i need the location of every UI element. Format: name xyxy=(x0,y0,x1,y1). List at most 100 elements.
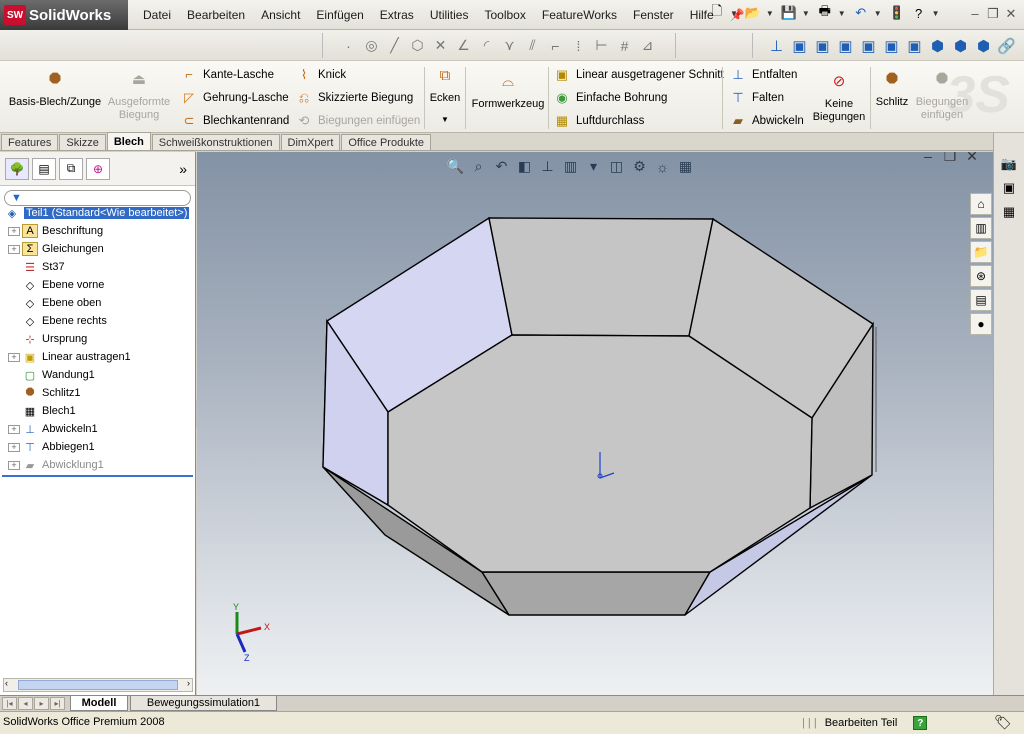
view-link-icon[interactable]: 🔗 xyxy=(995,37,1018,55)
kante-lasche-button[interactable]: ⌐ Kante-Lasche xyxy=(180,63,289,86)
tab-schweisskonstruktionen[interactable]: Schweißkonstruktionen xyxy=(151,134,280,150)
chamfer-icon[interactable]: ⋎ xyxy=(498,37,521,54)
ausgeformte-biegung-button[interactable]: ⏏ Ausgeformte Biegung xyxy=(104,72,174,122)
corner-icon[interactable]: ⌐ xyxy=(544,38,567,54)
doc-minimize-icon[interactable]: – xyxy=(917,152,939,165)
file-explorer-icon[interactable]: 📁 xyxy=(970,241,992,263)
basis-blech-button[interactable]: ⯃ Basis-Blech/Zunge xyxy=(8,72,102,109)
einfache-bohrung-button[interactable]: ◉ Einfache Bohrung xyxy=(553,86,724,109)
polygon-icon[interactable]: ⬡ xyxy=(406,37,429,54)
first-tab-icon[interactable]: |◂ xyxy=(2,697,17,710)
tree-item[interactable]: + ▰ Abwicklung1 xyxy=(0,456,195,474)
hide-show-icon[interactable]: ◫ xyxy=(605,158,628,175)
traffic-light-icon[interactable]: 🚦 xyxy=(888,4,906,22)
tab-features[interactable]: Features xyxy=(1,134,59,150)
tab-dimxpert[interactable]: DimXpert xyxy=(280,134,341,150)
biegungen-einfuegen-small-button[interactable]: ⟲ Biegungen einfügen xyxy=(295,109,421,132)
tree-item[interactable]: ◇ Ebene oben xyxy=(0,294,195,312)
view-top-icon[interactable]: ▣ xyxy=(880,37,903,55)
new-dropdown-icon[interactable]: ▼ xyxy=(730,9,738,18)
next-tab-icon[interactable]: ▸ xyxy=(34,697,49,710)
minimize-icon[interactable]: – xyxy=(966,6,984,22)
entfalten-button[interactable]: ⊥ Entfalten xyxy=(729,63,804,86)
menu-einfuegen[interactable]: Einfügen xyxy=(308,8,371,22)
tree-item[interactable]: + Σ Gleichungen xyxy=(0,240,195,258)
save-dropdown-icon[interactable]: ▼ xyxy=(802,9,810,18)
undo-dropdown-icon[interactable]: ▼ xyxy=(874,9,882,18)
help-dropdown-icon[interactable]: ▼ xyxy=(932,9,940,18)
last-tab-icon[interactable]: ▸| xyxy=(50,697,65,710)
expand-icon[interactable]: + xyxy=(8,442,20,452)
expand-icon[interactable]: + xyxy=(8,244,20,254)
grid-icon[interactable]: # xyxy=(613,38,636,54)
dimxpert-manager-tab-icon[interactable]: ⊕ xyxy=(86,157,110,180)
display-style-icon[interactable]: ▾ xyxy=(582,158,605,175)
tree-item[interactable]: + A Beschriftung xyxy=(0,222,195,240)
section-view-icon[interactable]: ◧ xyxy=(513,158,536,175)
menu-extras[interactable]: Extras xyxy=(372,8,422,22)
keine-biegungen-button[interactable]: ⊘ Keine Biegungen xyxy=(810,74,868,124)
abwickeln-button[interactable]: ▰ Abwickeln xyxy=(729,109,804,132)
formwerkzeug-button[interactable]: ⌓ Formwerkzeug xyxy=(470,74,546,111)
doc-close-icon[interactable]: ✕ xyxy=(961,152,983,165)
camera-icon[interactable]: 📷 xyxy=(998,153,1020,175)
scroll-right-icon[interactable]: › xyxy=(187,678,190,688)
appearances-icon[interactable]: ● xyxy=(970,313,992,335)
tab-skizze[interactable]: Skizze xyxy=(59,134,106,150)
tree-root[interactable]: ◈ Teil1 (Standard<Wie bearbeitet>) xyxy=(0,204,195,222)
view-dimetric-icon[interactable]: ⬢ xyxy=(972,37,995,55)
property-manager-tab-icon[interactable]: ▤ xyxy=(32,157,56,180)
falten-button[interactable]: ⊤ Falten xyxy=(729,86,804,109)
view-bottom-icon[interactable]: ▣ xyxy=(903,37,926,55)
tree-horizontal-scrollbar[interactable]: ‹ › xyxy=(3,678,193,692)
trim-icon[interactable]: ✕ xyxy=(429,37,452,54)
biegungen-einfuegen-button[interactable]: ⯃ Biegungen einfügen xyxy=(913,72,971,122)
graphics-area[interactable]: Y X Z 🔍 ⌕ ↶ ◧ ⊥ ▥ ▾ ◫ ⚙ ☼ ▦ – ❐ ✕ xyxy=(197,152,993,695)
expand-icon[interactable]: + xyxy=(8,226,20,236)
design-library-icon[interactable]: ▥ xyxy=(970,217,992,239)
angle-icon[interactable]: ⊿ xyxy=(636,37,659,54)
skizzierte-biegung-button[interactable]: ⎌ Skizzierte Biegung xyxy=(295,86,420,109)
image-icon[interactable]: ▦ xyxy=(998,201,1020,223)
view-right-icon[interactable]: ▣ xyxy=(857,37,880,55)
zoom-to-fit-icon[interactable]: 🔍 xyxy=(444,158,467,175)
undo-icon[interactable]: ↶ xyxy=(852,4,870,22)
rollback-bar[interactable] xyxy=(2,475,193,477)
quick-tips-help-icon[interactable]: ? xyxy=(913,716,928,730)
menu-bearbeiten[interactable]: Bearbeiten xyxy=(179,8,253,22)
scroll-thumb[interactable] xyxy=(18,680,178,690)
new-document-icon[interactable]: 🗋 xyxy=(708,3,726,22)
home-icon[interactable]: ⌂ xyxy=(970,193,992,215)
tree-item[interactable]: ▢ Wandung1 xyxy=(0,366,195,384)
doc-restore-icon[interactable]: ❐ xyxy=(939,152,961,165)
tree-item[interactable]: ⊹ Ursprung xyxy=(0,330,195,348)
previous-view-icon[interactable]: ↶ xyxy=(490,158,513,175)
zoom-area-icon[interactable]: ⌕ xyxy=(467,158,490,175)
normal-to-icon[interactable]: ⊥ xyxy=(765,37,788,55)
expand-icon[interactable]: + xyxy=(8,424,20,434)
view-settings-icon[interactable]: ▦ xyxy=(674,158,697,175)
tab-office-produkte[interactable]: Office Produkte xyxy=(341,134,431,150)
blechkantenrand-button[interactable]: ⊂ Blechkantenrand xyxy=(180,109,290,132)
menu-datei[interactable]: Datei xyxy=(135,8,179,22)
open-dropdown-icon[interactable]: ▼ xyxy=(766,9,774,18)
tab-bewegungssimulation[interactable]: Bewegungssimulation1 xyxy=(130,696,277,711)
help-icon[interactable]: ? xyxy=(910,4,928,22)
scroll-left-icon[interactable]: ‹ xyxy=(5,678,8,688)
view-back-icon[interactable]: ▣ xyxy=(811,37,834,55)
solidworks-logo[interactable]: SW SolidWorks xyxy=(0,0,128,30)
tree-item[interactable]: + ⊥ Abwickeln1 xyxy=(0,420,195,438)
tree-item[interactable]: ⯃ Schlitz1 xyxy=(0,384,195,402)
expand-panel-icon[interactable]: » xyxy=(179,161,187,177)
extend-icon[interactable]: ∠ xyxy=(452,37,475,54)
schlitz-button[interactable]: ⯃ Schlitz xyxy=(874,72,910,109)
tab-modell[interactable]: Modell xyxy=(70,696,128,711)
close-icon[interactable]: ✕ xyxy=(1002,6,1020,22)
configuration-manager-tab-icon[interactable]: ⧉ xyxy=(59,157,83,180)
dimension-icon[interactable]: ⊢ xyxy=(590,37,613,54)
line-icon[interactable]: ╱ xyxy=(383,37,406,54)
luftdurchlass-button[interactable]: ▦ Luftdurchlass xyxy=(553,109,724,132)
normal-view-icon[interactable]: ⊥ xyxy=(536,158,559,175)
search-icon[interactable]: ⊛ xyxy=(970,265,992,287)
capture-icon[interactable]: ▣ xyxy=(998,177,1020,199)
